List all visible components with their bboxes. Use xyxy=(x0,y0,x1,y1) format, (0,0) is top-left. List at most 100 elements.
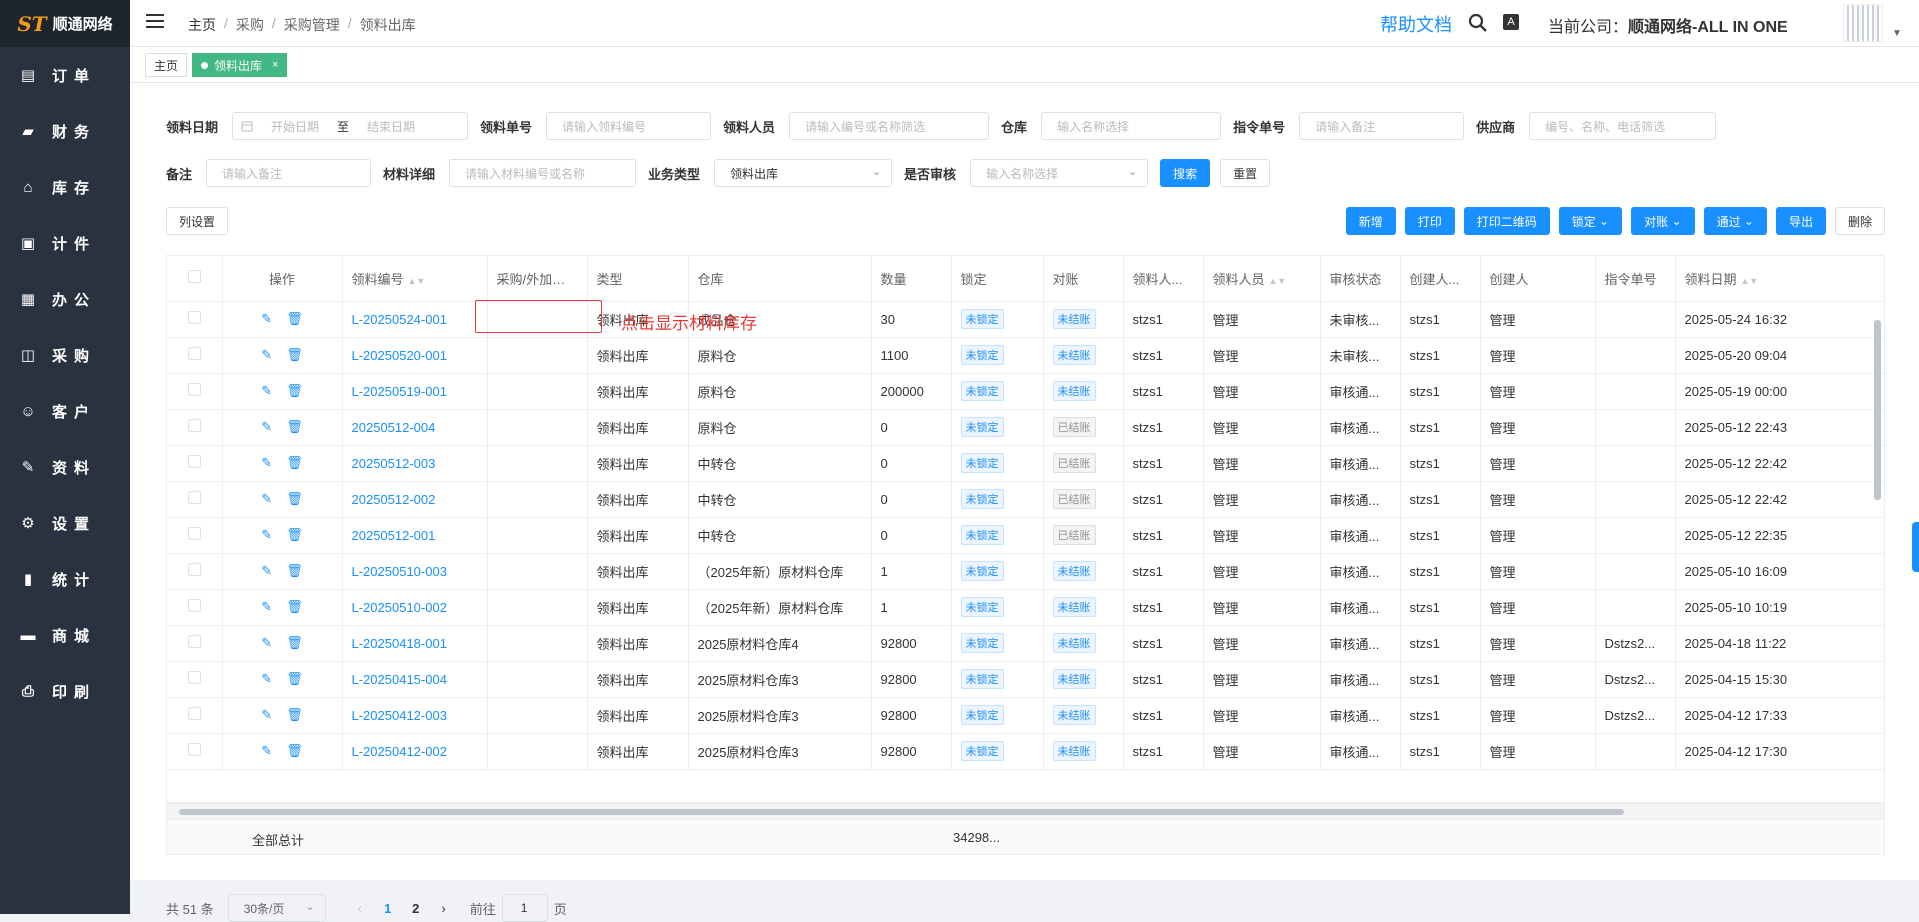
breadcrumb-purchase[interactable]: 采购 xyxy=(236,15,264,35)
material-input[interactable]: 请输入材料编号或名称 xyxy=(449,159,637,187)
sidebar-item[interactable]: ▦ 办公 xyxy=(0,271,130,327)
sidebar-item[interactable]: ◫ 采购 xyxy=(0,327,130,383)
material-no-link[interactable]: L-20250524-001 xyxy=(352,312,447,327)
edit-icon[interactable]: ✎ xyxy=(261,491,272,507)
scroll-thumb[interactable] xyxy=(179,809,1624,815)
edit-icon[interactable]: ✎ xyxy=(261,671,272,687)
table-row[interactable]: ✎ 🗑 20250512-001 领料出库 中转仓 0 未锁定 已结账 stzs1 管理 审核通..… xyxy=(167,517,1884,554)
font-size-icon[interactable]: A xyxy=(1503,14,1519,30)
material-no-link[interactable]: L-20250520-001 xyxy=(352,348,447,363)
table-row[interactable]: ✎ 🗑 20250512-002 领料出库 中转仓 0 未锁定 已结账 stzs1 管理 审核通..… xyxy=(167,481,1884,518)
row-checkbox[interactable] xyxy=(187,635,201,648)
edit-icon[interactable]: ✎ xyxy=(261,743,272,759)
page-1[interactable]: 1 xyxy=(374,901,402,916)
table-row[interactable]: ✎ 🗑 20250512-003 领料出库 中转仓 0 未锁定 已结账 stzs1 管理 审核通..… xyxy=(167,445,1884,482)
trash-icon[interactable]: 🗑 xyxy=(286,635,303,651)
material-no-link[interactable]: L-20250519-001 xyxy=(352,384,447,399)
reconcile-dropdown-button[interactable]: 对账 ⌄ xyxy=(1631,207,1695,235)
search-icon[interactable] xyxy=(1468,13,1488,33)
table-row[interactable]: ✎ 🗑 L-20250510-002 领料出库 （2025年新）原材料仓库 1 未锁定 未结账… xyxy=(167,589,1884,626)
material-no-link[interactable]: 20250512-004 xyxy=(352,420,436,435)
remark-input[interactable]: 请输入备注 xyxy=(206,159,372,187)
delete-button[interactable]: 删除 xyxy=(1834,207,1885,235)
row-checkbox[interactable] xyxy=(187,743,201,756)
col-header-sortable[interactable]: 领料编号 ▲▼ xyxy=(342,256,488,302)
trash-icon[interactable]: 🗑 xyxy=(286,563,303,579)
edit-icon[interactable]: ✎ xyxy=(261,383,272,399)
print-qr-button[interactable]: 打印二维码 xyxy=(1463,207,1550,235)
material-no-link[interactable]: L-20250418-001 xyxy=(352,636,447,651)
table-row[interactable]: ✎ 🗑 L-20250510-003 领料出库 （2025年新）原材料仓库 1 未锁定 未结账… xyxy=(167,553,1884,590)
reset-button[interactable]: 重置 xyxy=(1220,159,1271,187)
sidebar-item[interactable]: ▬ 商城 xyxy=(0,607,130,663)
sort-icon[interactable]: ▲▼ xyxy=(1269,276,1287,286)
avatar[interactable] xyxy=(1843,4,1883,42)
goto-input[interactable]: 1 xyxy=(501,894,548,922)
table-row[interactable]: ✎ 🗑 L-20250412-003 领料出库 2025原材料仓库3 92800 未锁定 未结… xyxy=(167,697,1884,734)
edit-icon[interactable]: ✎ xyxy=(261,419,272,435)
warehouse-input[interactable]: 输入名称选择 xyxy=(1041,112,1222,140)
material-no-link[interactable]: L-20250510-003 xyxy=(352,564,447,579)
biz-type-select[interactable]: 领料出库 ⌄ xyxy=(714,159,893,187)
table-row[interactable]: ✎ 🗑 L-20250520-001 领料出库 原料仓 1100 未锁定 未结账 stzs1 管理… xyxy=(167,337,1884,374)
breadcrumb-home[interactable]: 主页 xyxy=(188,15,216,35)
sidebar-item[interactable]: ▮ 统计 xyxy=(0,551,130,607)
trash-icon[interactable]: 🗑 xyxy=(286,743,303,759)
column-settings-button[interactable]: 列设置 xyxy=(166,207,229,235)
row-checkbox[interactable] xyxy=(187,671,201,684)
row-checkbox[interactable] xyxy=(187,311,201,324)
row-checkbox[interactable] xyxy=(187,419,201,432)
edit-icon[interactable]: ✎ xyxy=(261,707,272,723)
row-checkbox[interactable] xyxy=(187,491,201,504)
menu-toggle-icon[interactable] xyxy=(146,14,164,30)
page-2[interactable]: 2 xyxy=(402,901,430,916)
trash-icon[interactable]: 🗑 xyxy=(286,527,303,543)
table-row[interactable]: ✎ 🗑 L-20250524-001 领料出库 成品仓 30 未锁定 未结账 stzs1 管理 未审… xyxy=(167,301,1884,338)
edit-icon[interactable]: ✎ xyxy=(261,455,272,471)
cmd-input[interactable]: 请输入备注 xyxy=(1299,112,1465,140)
lock-dropdown-button[interactable]: 锁定 ⌄ xyxy=(1558,207,1623,235)
trash-icon[interactable]: 🗑 xyxy=(286,311,303,327)
table-row[interactable]: ✎ 🗑 20250512-004 领料出库 原料仓 0 未锁定 已结账 stzs1 管理 审核通..… xyxy=(167,409,1884,446)
trash-icon[interactable]: 🗑 xyxy=(286,599,303,615)
tab-home[interactable]: 主页 xyxy=(145,53,188,77)
tab-material-out[interactable]: 领料出库 × xyxy=(192,53,288,77)
edit-icon[interactable]: ✎ xyxy=(261,599,272,615)
table-row[interactable]: ✎ 🗑 L-20250519-001 领料出库 原料仓 200000 未锁定 未结账 stzs1… xyxy=(167,373,1884,410)
table-row[interactable]: ✎ 🗑 L-20250412-002 领料出库 2025原材料仓库3 92800 未锁定 未结… xyxy=(167,733,1884,770)
audit-select[interactable]: 输入名称选择 ⌄ xyxy=(970,159,1149,187)
sidebar-item[interactable]: ⎙ 印刷 xyxy=(0,663,130,719)
edit-icon[interactable]: ✎ xyxy=(261,635,272,651)
export-button[interactable]: 导出 xyxy=(1775,207,1826,235)
material-no-link[interactable]: L-20250412-003 xyxy=(352,708,447,723)
row-checkbox[interactable] xyxy=(187,383,201,396)
row-checkbox[interactable] xyxy=(187,347,201,360)
material-no-link[interactable]: 20250512-001 xyxy=(352,528,436,543)
no-input[interactable]: 请输入领料编号 xyxy=(546,112,712,140)
add-button[interactable]: 新增 xyxy=(1345,207,1396,235)
chevron-down-icon[interactable]: ▼ xyxy=(1892,28,1902,39)
material-no-link[interactable]: 20250512-002 xyxy=(352,492,436,507)
row-checkbox[interactable] xyxy=(187,599,201,612)
sidebar-item[interactable]: ⚙ 设置 xyxy=(0,495,130,551)
breadcrumb-purchase-mgmt[interactable]: 采购管理 xyxy=(284,15,340,35)
sort-icon[interactable]: ▲▼ xyxy=(408,276,426,286)
approve-dropdown-button[interactable]: 通过 ⌄ xyxy=(1703,207,1767,235)
trash-icon[interactable]: 🗑 xyxy=(286,491,303,507)
material-no-link[interactable]: L-20250415-004 xyxy=(352,672,447,687)
help-docs-link[interactable]: 帮助文档 xyxy=(1380,11,1452,37)
edit-icon[interactable]: ✎ xyxy=(261,527,272,543)
horizontal-scrollbar[interactable] xyxy=(166,803,1885,819)
edit-icon[interactable]: ✎ xyxy=(261,563,272,579)
row-checkbox[interactable] xyxy=(187,527,201,540)
row-checkbox[interactable] xyxy=(187,455,201,468)
material-no-link[interactable]: L-20250510-002 xyxy=(352,600,447,615)
sidebar-item[interactable]: ⌂ 库存 xyxy=(0,159,130,215)
sidebar-item[interactable]: ✎ 资料 xyxy=(0,439,130,495)
edit-icon[interactable]: ✎ xyxy=(261,311,272,327)
table-row[interactable]: ✎ 🗑 L-20250415-004 领料出库 2025原材料仓库3 92800 未锁定 未结… xyxy=(167,661,1884,698)
sidebar-item[interactable]: ▰ 财务 xyxy=(0,103,130,159)
trash-icon[interactable]: 🗑 xyxy=(286,383,303,399)
prev-page-icon[interactable]: ‹ xyxy=(346,901,374,916)
vertical-scrollbar[interactable] xyxy=(1874,320,1881,500)
